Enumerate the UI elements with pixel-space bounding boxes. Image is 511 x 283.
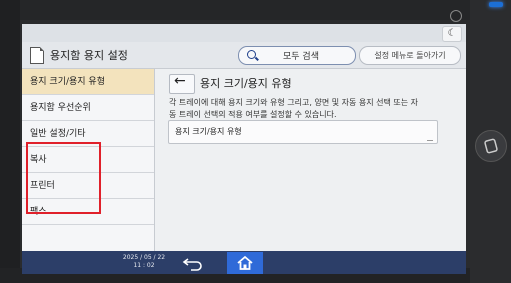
back-to-settings-menu-button[interactable]: 설정 메뉴로 돌아가기	[359, 46, 461, 65]
left-arrow-icon: ←	[174, 73, 186, 89]
sidebar-item-tray-priority[interactable]: 용지함 우선순위	[22, 95, 154, 121]
search-icon	[247, 50, 256, 59]
top-strip	[22, 24, 466, 42]
search-all-button[interactable]: 모두 검색	[238, 46, 356, 65]
paper-size-type-item[interactable]: 용지 크기/용지 유형	[168, 120, 438, 144]
back-nav-icon[interactable]	[182, 255, 206, 271]
energy-saver-button[interactable]: ☾	[442, 26, 462, 42]
red-highlight-box	[26, 142, 101, 214]
home-icon	[237, 255, 253, 270]
document-icon	[30, 47, 44, 64]
device-bezel-left	[0, 0, 20, 283]
description-line-1: 각 트레이에 대해 용지 크기와 유형 그리고, 양면 및 자동 용지 선택 또…	[169, 98, 419, 107]
search-all-label: 모두 검색	[283, 52, 319, 62]
clock: 2025 / 05 / 22 11 : 02	[118, 254, 170, 270]
paper-size-type-item-label: 용지 크기/용지 유형	[175, 127, 242, 136]
hardware-button[interactable]	[475, 130, 507, 162]
clock-time: 11 : 02	[133, 262, 155, 269]
header-bar: 용지함 용지 설정 모두 검색 설정 메뉴로 돌아가기	[22, 42, 466, 69]
device-bezel-top	[0, 0, 511, 20]
section-title: 용지 크기/용지 유형	[200, 77, 292, 90]
item-indicator-icon	[427, 140, 433, 141]
hardware-button-icon	[484, 138, 498, 154]
clock-date: 2025 / 05 / 22	[122, 254, 166, 261]
bottom-bar: 2025 / 05 / 22 11 : 02	[22, 251, 466, 274]
power-icon[interactable]	[450, 10, 462, 22]
touch-screen: ☾ 용지함 용지 설정 모두 검색 설정 메뉴로 돌아가기 용지 크기/용지 유…	[22, 24, 466, 274]
section-description: 각 트레이에 대해 용지 크기와 유형 그리고, 양면 및 자동 용지 선택 또…	[169, 97, 459, 121]
status-led	[489, 2, 503, 7]
sidebar-item-paper-size-type[interactable]: 용지 크기/용지 유형	[22, 69, 154, 95]
home-button[interactable]	[227, 252, 263, 274]
back-arrow-button[interactable]: ←	[169, 73, 195, 94]
page-title: 용지함 용지 설정	[50, 49, 128, 62]
